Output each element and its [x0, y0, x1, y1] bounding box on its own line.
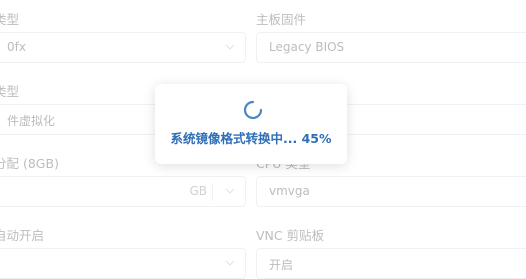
- autostart-label: 自动开启: [0, 228, 45, 243]
- memory-input[interactable]: GB: [0, 176, 246, 207]
- virtualization-value: 件虚拟化: [7, 114, 56, 128]
- loading-dialog: [155, 84, 347, 164]
- motherboard-firmware-value: Legacy BIOS: [269, 40, 345, 54]
- motherboard-firmware-label: 主板固件: [256, 12, 307, 27]
- conversion-progress-message: 系统镜像格式转换中... 45%: [170, 131, 332, 146]
- virtualization-type-label: 类型: [0, 84, 20, 99]
- chevron-down-icon: [225, 44, 235, 50]
- autostart-select[interactable]: [0, 248, 246, 279]
- loading-spinner-icon: [243, 100, 263, 120]
- firmware-type-label: 类型: [0, 12, 20, 27]
- type-select[interactable]: 0fx: [0, 32, 246, 63]
- memory-label: 分配 (8GB): [0, 156, 59, 171]
- motherboard-firmware-select[interactable]: Legacy BIOS: [256, 32, 526, 63]
- memory-unit-divider: [212, 183, 213, 201]
- vnc-clipboard-select[interactable]: 开启: [256, 248, 526, 279]
- memory-unit: GB: [189, 184, 207, 198]
- vnc-clipboard-label: VNC 剪贴板: [256, 228, 325, 243]
- type-select-value: 0fx: [7, 40, 26, 54]
- chevron-down-icon[interactable]: [225, 187, 235, 195]
- vnc-clipboard-value: 开启: [269, 258, 294, 272]
- chevron-down-icon: [225, 260, 235, 266]
- display-adapter-select[interactable]: vmvga: [256, 176, 526, 207]
- display-adapter-value: vmvga: [269, 184, 310, 198]
